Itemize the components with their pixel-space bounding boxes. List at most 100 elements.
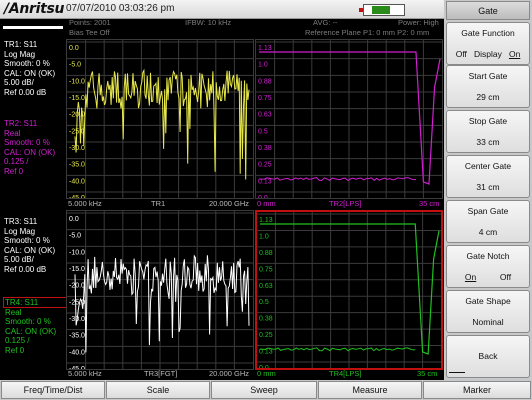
tr3-line: CAL: ON (OK) (4, 245, 56, 255)
date-time: 07/07/2010 03:03:26 pm (66, 3, 175, 14)
active-trace-bar (3, 26, 63, 29)
tr1-line: Ref 0.00 dB (4, 87, 47, 97)
tr1-ytick: -35.0 (69, 162, 85, 169)
back-arrow-icon (449, 372, 465, 373)
main-menu-bar: Freq/Time/Dist Scale Sweep Measure Marke… (0, 380, 532, 400)
center-gate-button[interactable]: Center Gate 31 cm (446, 155, 530, 198)
anritsu-logo: /Anritsu (4, 1, 65, 17)
tr1-line: Log Mag (4, 49, 36, 59)
tr1-ytick: -45.0 (69, 195, 85, 198)
tr4-x-start: 0 mm (257, 369, 276, 378)
measurement-screen: Points: 2001 IFBW: 10 kHz AVG: -- Power:… (0, 18, 444, 380)
avg-readout: AVG: -- (313, 18, 338, 27)
gate-function-on[interactable]: On (509, 49, 520, 59)
tr1-plot-canvas: 0.0-5.0-10.0-15.0-20.0-25.0-30.0-35.0-40… (67, 40, 253, 202)
marker-button[interactable]: Marker (423, 381, 531, 399)
tr1-line: Smooth: 0 % (4, 59, 50, 69)
span-gate-button[interactable]: Span Gate 4 cm (446, 200, 530, 243)
sweep-button[interactable]: Sweep (211, 381, 317, 399)
tr2-ytick: 0.25 (258, 162, 272, 169)
gate-function-button[interactable]: Gate Function Off Display On (446, 22, 530, 65)
tr2-line: Ref 0 (4, 166, 24, 176)
scale-button[interactable]: Scale (106, 381, 210, 399)
gate-shape-label: Gate Shape (465, 296, 511, 306)
tr1-x-start: 5.000 kHz (68, 199, 102, 208)
tr3-line: Log Mag (4, 226, 36, 236)
points-readout: Points: 2001 (69, 18, 111, 27)
tr4-ytick: 0.5 (259, 299, 269, 306)
tr2-info[interactable]: TR2: S11 Real Smooth: 0 % CAL: ON (OK) 0… (4, 119, 55, 177)
measure-button[interactable]: Measure (318, 381, 422, 399)
tr2-plot[interactable]: 1.131.00.880.750.630.50.380.250.130.0 (255, 39, 443, 202)
tr3-plot[interactable]: 0.0 -5.0 -10.0 -15.0 -20.0 -25.0 -30.0 -35.0 -40… (66, 210, 254, 373)
gate-function-off[interactable]: Off (456, 49, 467, 59)
tr4-ytick: 0.88 (259, 250, 273, 257)
stop-gate-value: 33 cm (476, 137, 500, 147)
tr3-ytick: -10.0 (69, 249, 85, 256)
gate-notch-off[interactable]: Off (500, 272, 511, 282)
tr1-plot[interactable]: 0.0 -5.0 -10.0 -15.0 -20.0 -25.0 -30.0 -35.0 -40… (66, 39, 254, 202)
tr4-ytick: 1.0 (259, 233, 269, 240)
gate-notch-button[interactable]: Gate Notch On Off (446, 245, 530, 288)
tr2-ytick: 1.13 (258, 45, 272, 52)
center-gate-value: 31 cm (476, 182, 500, 192)
tr1-ytick: -5.0 (69, 62, 81, 69)
tr3-ytick: -15.0 (69, 266, 85, 273)
tr1-ytick: 0.0 (69, 45, 79, 52)
tr1-x-end: 20.000 GHz (209, 199, 250, 208)
tr4-ytick: 0.0 (259, 365, 269, 368)
gate-shape-button[interactable]: Gate Shape Nominal (446, 290, 530, 333)
stop-gate-button[interactable]: Stop Gate 33 cm (446, 110, 530, 153)
tr4-line: Real (5, 307, 22, 317)
gate-shape-value: Nominal (472, 317, 504, 327)
tr2-ytick: 0.88 (258, 78, 272, 85)
tr3-ytick: -40.0 (69, 349, 85, 356)
tr3-info[interactable]: TR3: S11 Log Mag Smooth: 0 % CAL: ON (OK… (4, 217, 55, 275)
tr1-heading: TR1: S11 (4, 40, 38, 49)
tr4-x-label: TR4[LPS] (329, 369, 362, 378)
tr2-x-end: 35 cm (419, 199, 440, 208)
tr3-ytick: -20.0 (69, 283, 85, 290)
gate-notch-on[interactable]: On (465, 272, 476, 282)
tr1-ytick: -15.0 (69, 95, 85, 102)
tr2-plot-canvas: 1.131.00.880.750.630.50.380.250.130.0 (256, 40, 442, 202)
start-gate-label: Start Gate (468, 71, 508, 81)
freq-time-dist-button[interactable]: Freq/Time/Dist (1, 381, 105, 399)
tr3-heading: TR3: S11 (4, 217, 38, 226)
tr4-ytick: 1.13 (259, 217, 273, 224)
start-gate-button[interactable]: Start Gate 29 cm (446, 65, 530, 108)
power-readout: Power: High (398, 18, 439, 27)
stop-gate-label: Stop Gate (468, 116, 508, 126)
tr4-line: CAL: ON (OK) (5, 326, 57, 336)
tr2-ytick: 0.38 (258, 145, 272, 152)
tr4-ytick: 0.25 (259, 332, 273, 339)
tr4-info[interactable]: TR4: S11 Real Smooth: 0 % CAL: ON (OK) 0… (5, 298, 56, 356)
span-gate-value: 4 cm (478, 227, 498, 237)
tr2-ytick: 0.63 (258, 112, 272, 119)
tr4-line: 0.125 / (5, 336, 30, 346)
gate-function-display[interactable]: Display (474, 49, 502, 59)
tr2-line: CAL: ON (OK) (4, 147, 56, 157)
ifbw-readout: IFBW: 10 kHz (185, 18, 232, 27)
tr2-ytick: 0.5 (258, 128, 268, 135)
tr1-ytick: -40.0 (69, 178, 85, 185)
tr3-line: Ref 0.00 dB (4, 264, 47, 274)
tr4-noise-trace (259, 347, 416, 352)
tr4-x-end: 35 cm (417, 369, 438, 378)
tr3-line: Smooth: 0 % (4, 236, 50, 246)
tr2-line: 0.125 / (4, 157, 29, 167)
tr3-plot-canvas: 0.0-5.0-10.0-15.0-20.0-25.0-30.0-35.0-40… (67, 211, 253, 373)
tr4-plot[interactable]: 1.131.00.880.750.630.50.380.250.130.0 (255, 210, 443, 372)
tr2-line: Real (4, 128, 21, 138)
tr4-line: Smooth: 0 % (5, 317, 51, 327)
tr1-info[interactable]: TR1: S11 Log Mag Smooth: 0 % CAL: ON (OK… (4, 40, 55, 98)
bias-tee-readout: Bias Tee Off (69, 28, 110, 37)
back-button[interactable]: Back (446, 335, 530, 378)
tr3-ytick: -5.0 (69, 233, 81, 240)
tr3-x-end: 20.000 GHz (209, 369, 250, 378)
tr1-ytick: -30.0 (69, 145, 85, 152)
tr1-line: 5.00 dB/ (4, 78, 34, 88)
tr4-ytick: 0.75 (259, 266, 273, 273)
tr2-ytick: 1.0 (258, 62, 268, 69)
title-bar: /Anritsu 07/07/2010 03:03:26 pm (0, 0, 444, 19)
